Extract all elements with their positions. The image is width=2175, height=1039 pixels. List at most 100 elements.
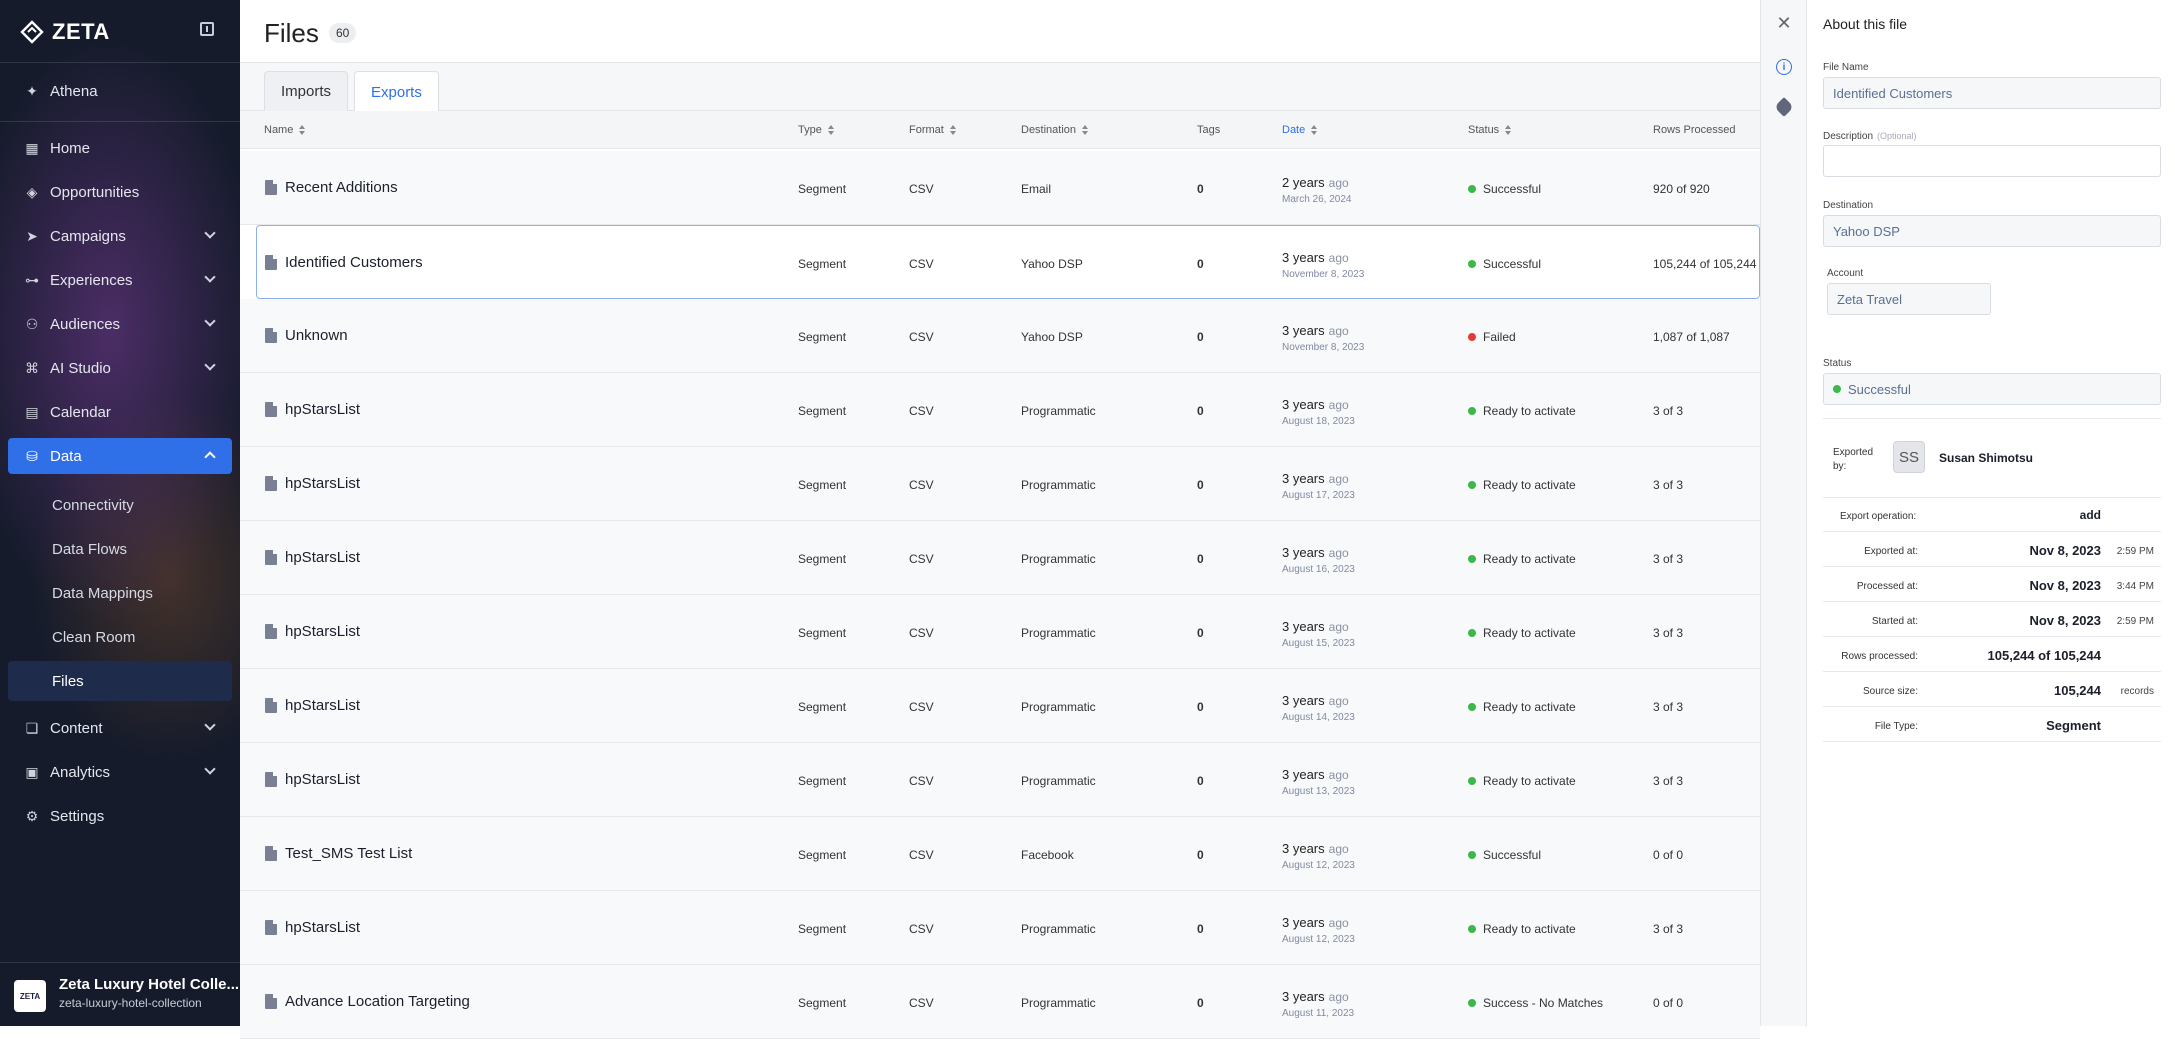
file-format: CSV — [909, 478, 934, 492]
info-icon[interactable]: i — [1776, 59, 1792, 75]
relative-date: 3 years — [1282, 323, 1325, 338]
file-status: Ready to activate — [1468, 626, 1576, 640]
sidebar-item-label: Analytics — [50, 763, 111, 781]
close-icon[interactable]: ✕ — [1775, 14, 1793, 32]
file-date-full: August 15, 2023 — [1282, 638, 1355, 649]
sidebar-subitem-files[interactable]: Files — [8, 661, 232, 701]
file-icon — [265, 550, 277, 565]
file-name[interactable]: Advance Location Targeting — [285, 993, 470, 1010]
sidebar-subitem-data-mappings[interactable]: Data Mappings — [8, 573, 232, 613]
file-destination: Yahoo DSP — [1021, 257, 1083, 271]
file-name[interactable]: hpStarsList — [285, 697, 360, 714]
sidebar-subitem-connectivity[interactable]: Connectivity — [8, 485, 232, 525]
column-label: Status — [1468, 124, 1500, 136]
sidebar-item-label: Calendar — [50, 403, 111, 421]
tab-exports[interactable]: Exports — [354, 71, 439, 112]
file-format: CSV — [909, 996, 934, 1010]
file-name[interactable]: Recent Additions — [285, 179, 398, 196]
table-row[interactable]: hpStarsList Segment CSV Programmatic 0 3… — [240, 521, 1760, 595]
file-date-full: August 16, 2023 — [1282, 564, 1355, 575]
file-icon — [265, 402, 277, 417]
account-field[interactable]: Zeta Travel — [1827, 283, 1991, 315]
file-date-full: August 14, 2023 — [1282, 712, 1355, 723]
sidebar-item-label: Data — [50, 447, 82, 465]
file-type: Segment — [798, 404, 847, 418]
sidebar-item-opportunities[interactable]: ◈ Opportunities — [8, 174, 232, 210]
destination-field[interactable]: Yahoo DSP — [1823, 215, 2161, 247]
table-row[interactable]: Recent Additions Segment CSV Email 0 2 y… — [240, 151, 1760, 225]
grid-icon: ▦ — [25, 139, 39, 156]
file-name[interactable]: hpStarsList — [285, 475, 360, 492]
status-text: Ready to activate — [1483, 404, 1576, 418]
column-header-format[interactable]: Format — [909, 124, 956, 136]
file-name[interactable]: hpStarsList — [285, 623, 360, 640]
org-switcher[interactable]: ZETA Zeta Luxury Hotel Colle... zeta-lux… — [14, 976, 239, 1016]
relative-date-suffix: ago — [1328, 398, 1349, 412]
description-field[interactable] — [1823, 145, 2161, 177]
table-row[interactable]: Test_SMS Test List Segment CSV Facebook … — [240, 817, 1760, 891]
sidebar-item-label: Home — [50, 139, 91, 157]
file-name[interactable]: hpStarsList — [285, 771, 360, 788]
panel-divider — [1823, 601, 2161, 602]
sidebar-item-data[interactable]: ⛁ Data — [8, 438, 232, 474]
sidebar-item-ai-studio[interactable]: ⌘ AI Studio — [8, 350, 232, 386]
sort-icon — [949, 125, 956, 135]
table-row[interactable]: Unknown Segment CSV Yahoo DSP 0 3 years a… — [240, 299, 1760, 373]
file-name[interactable]: hpStarsList — [285, 919, 360, 936]
sidebar-item-athena[interactable]: ✦ Athena — [8, 73, 232, 109]
table-row[interactable]: hpStarsList Segment CSV Programmatic 0 3… — [240, 373, 1760, 447]
sidebar-item-home[interactable]: ▦ Home — [8, 130, 232, 166]
status-field[interactable]: Successful — [1823, 373, 2161, 405]
file-icon — [265, 180, 277, 195]
column-header-destination[interactable]: Destination — [1021, 124, 1089, 136]
sidebar-item-analytics[interactable]: ▣ Analytics — [8, 754, 232, 790]
tag-icon[interactable] — [1774, 97, 1794, 117]
column-header-name[interactable]: Name — [264, 124, 306, 136]
file-name[interactable]: hpStarsList — [285, 401, 360, 418]
file-date-full: August 12, 2023 — [1282, 860, 1355, 871]
sidebar-subitem-clean-room[interactable]: Clean Room — [8, 617, 232, 657]
table-row[interactable]: Advance Location Targeting Segment CSV P… — [240, 965, 1760, 1039]
panel-divider — [1823, 497, 2161, 498]
sidebar-divider — [0, 962, 240, 963]
file-destination: Programmatic — [1021, 552, 1096, 566]
sidebar-item-label: Athena — [50, 82, 98, 100]
sidebar-item-calendar[interactable]: ▤ Calendar — [8, 394, 232, 430]
file-date: 3 years ago — [1282, 915, 1349, 930]
sidebar-item-label: Experiences — [50, 271, 133, 289]
file-name[interactable]: hpStarsList — [285, 549, 360, 566]
file-name[interactable]: Unknown — [285, 327, 348, 344]
file-date-full: November 8, 2023 — [1282, 269, 1365, 280]
column-header-date[interactable]: Date — [1282, 124, 1318, 136]
table-row[interactable]: hpStarsList Segment CSV Programmatic 0 3… — [240, 447, 1760, 521]
file-name-field[interactable]: Identified Customers — [1823, 77, 2161, 109]
sidebar-item-content[interactable]: ❏ Content — [8, 710, 232, 746]
status-dot — [1468, 555, 1476, 563]
sidebar-item-settings[interactable]: ⚙ Settings — [8, 798, 232, 834]
zeta-logo[interactable]: ZETA — [20, 18, 110, 46]
status-dot — [1833, 385, 1841, 393]
detail-value: 105,244 of 105,244 — [1987, 648, 2101, 663]
tab-imports[interactable]: Imports — [264, 71, 349, 111]
table-row[interactable]: Identified Customers Segment CSV Yahoo D… — [256, 225, 1760, 299]
collapse-sidebar-icon[interactable] — [200, 22, 214, 36]
column-header-type[interactable]: Type — [798, 124, 834, 136]
column-header-status[interactable]: Status — [1468, 124, 1512, 136]
column-label: Destination — [1021, 124, 1077, 136]
file-icon — [265, 698, 277, 713]
table-row[interactable]: hpStarsList Segment CSV Programmatic 0 3… — [240, 669, 1760, 743]
sidebar-item-campaigns[interactable]: ➤ Campaigns — [8, 218, 232, 254]
table-row[interactable]: hpStarsList Segment CSV Programmatic 0 3… — [240, 595, 1760, 669]
file-icon — [265, 255, 277, 270]
file-name[interactable]: Test_SMS Test List — [285, 845, 412, 862]
relative-date: 3 years — [1282, 250, 1325, 265]
sidebar-subitem-data-flows[interactable]: Data Flows — [8, 529, 232, 569]
status-dot — [1468, 703, 1476, 711]
table-row[interactable]: hpStarsList Segment CSV Programmatic 0 3… — [240, 743, 1760, 817]
file-type: Segment — [798, 330, 847, 344]
file-status: Ready to activate — [1468, 552, 1576, 566]
sidebar-item-experiences[interactable]: ⊶ Experiences — [8, 262, 232, 298]
table-row[interactable]: hpStarsList Segment CSV Programmatic 0 3… — [240, 891, 1760, 965]
file-name[interactable]: Identified Customers — [285, 254, 423, 271]
sidebar-item-audiences[interactable]: ⚇ Audiences — [8, 306, 232, 342]
